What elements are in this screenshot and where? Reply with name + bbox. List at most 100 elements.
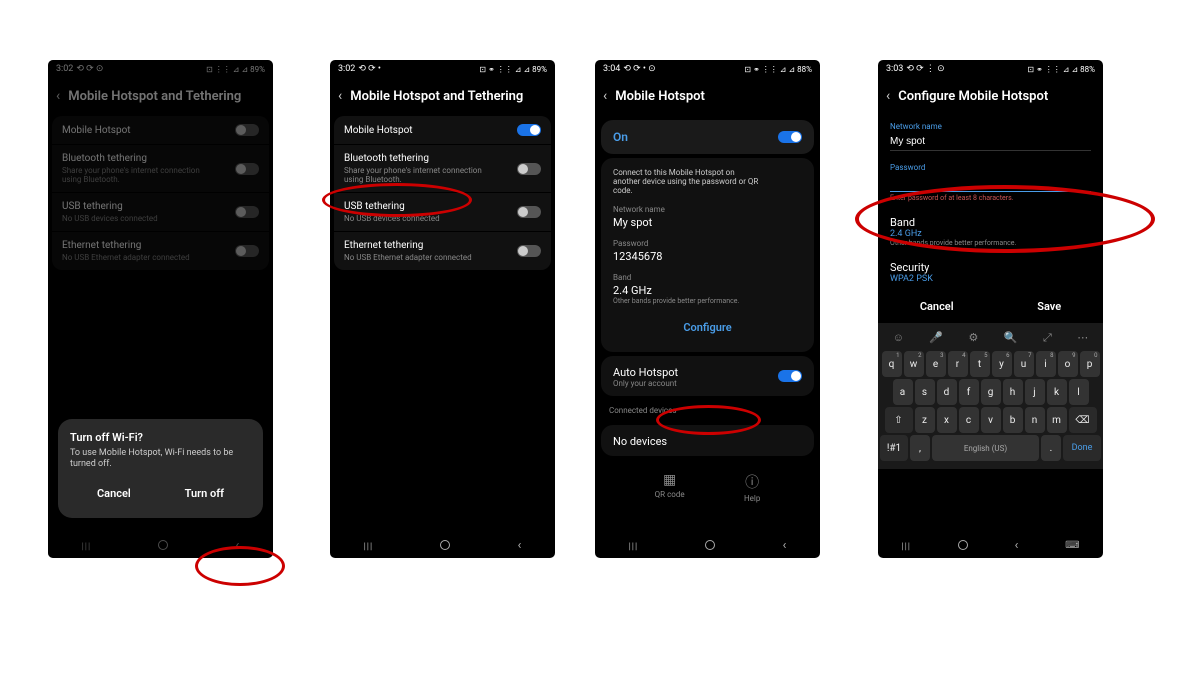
security-value[interactable]: WPA2 PSK xyxy=(890,274,1091,284)
setting-ethernet-tethering[interactable]: Ethernet tetheringNo USB Ethernet adapte… xyxy=(334,231,551,270)
back-icon[interactable]: ‹ xyxy=(886,88,890,104)
more-icon[interactable]: ⋯ xyxy=(1077,331,1088,345)
gear-icon[interactable]: ⚙ xyxy=(969,331,979,345)
key-v[interactable]: v xyxy=(981,407,1001,433)
setting-usb-tethering[interactable]: USB tetheringNo USB devices connected xyxy=(334,192,551,231)
key-period[interactable]: . xyxy=(1041,435,1061,461)
band-value[interactable]: 2.4 GHz xyxy=(890,229,1091,239)
key-m[interactable]: m xyxy=(1047,407,1067,433)
toggle[interactable] xyxy=(517,206,541,218)
network-name-input[interactable] xyxy=(890,133,1091,151)
key-y[interactable]: y6 xyxy=(992,351,1012,377)
password-input[interactable] xyxy=(890,174,1091,192)
toggle[interactable] xyxy=(778,131,802,143)
key-comma[interactable]: , xyxy=(910,435,930,461)
toggle[interactable] xyxy=(235,206,259,218)
setting-mobile-hotspot[interactable]: Mobile Hotspot xyxy=(334,116,551,144)
setting-title: Bluetooth tethering xyxy=(62,153,212,164)
status-time: 3:03 xyxy=(886,64,903,74)
key-backspace[interactable]: ⌫ xyxy=(1069,407,1097,433)
turn-off-button[interactable]: Turn off xyxy=(173,481,236,506)
emoji-icon[interactable]: ☺ xyxy=(893,331,904,345)
back-icon[interactable]: ‹ xyxy=(603,88,607,104)
key-n[interactable]: n xyxy=(1025,407,1045,433)
key-k[interactable]: k xyxy=(1047,379,1067,405)
status-signal-icons: ⊡ ⚭ ⋮⋮ ⊿ ⊿ xyxy=(744,65,795,74)
key-c[interactable]: c xyxy=(959,407,979,433)
cancel-button[interactable]: Cancel xyxy=(85,481,143,506)
android-navbar: ‹ xyxy=(595,532,820,558)
key-u[interactable]: u7 xyxy=(1014,351,1034,377)
nav-home-icon[interactable] xyxy=(958,540,968,550)
key-o[interactable]: o9 xyxy=(1058,351,1078,377)
key-l[interactable]: l xyxy=(1069,379,1089,405)
key-a[interactable]: a xyxy=(893,379,913,405)
key-d[interactable]: d xyxy=(937,379,957,405)
nav-back-icon[interactable]: ‹ xyxy=(1015,538,1019,553)
key-p[interactable]: p0 xyxy=(1080,351,1100,377)
save-button[interactable]: Save xyxy=(1037,300,1061,313)
configure-button[interactable]: Configure xyxy=(613,311,802,344)
toggle[interactable] xyxy=(778,370,802,382)
key-j[interactable]: j xyxy=(1025,379,1045,405)
setting-subtitle: No USB Ethernet adapter connected xyxy=(344,253,472,262)
status-time: 3:02 xyxy=(338,64,355,74)
setting-mobile-hotspot[interactable]: Mobile Hotspot xyxy=(52,116,269,144)
help-button[interactable]: ⓘ Help xyxy=(744,472,760,503)
key-b[interactable]: b xyxy=(1003,407,1023,433)
cancel-button[interactable]: Cancel xyxy=(920,300,954,313)
key-done[interactable]: Done xyxy=(1063,435,1101,461)
setting-ethernet-tethering[interactable]: Ethernet tetheringNo USB Ethernet adapte… xyxy=(52,231,269,270)
toggle[interactable] xyxy=(517,163,541,175)
back-icon[interactable]: ‹ xyxy=(338,88,342,104)
auto-hotspot-row[interactable]: Auto Hotspot Only your account xyxy=(601,356,814,396)
back-icon[interactable]: ‹ xyxy=(56,88,60,104)
toggle[interactable] xyxy=(235,124,259,136)
key-shift[interactable]: ⇧ xyxy=(885,407,913,433)
key-x[interactable]: x xyxy=(937,407,957,433)
key-z[interactable]: z xyxy=(915,407,935,433)
nav-back-icon[interactable]: ‹ xyxy=(235,538,239,553)
toggle[interactable] xyxy=(517,124,541,136)
toggle[interactable] xyxy=(517,245,541,257)
key-t[interactable]: t5 xyxy=(970,351,990,377)
keyboard-hide-icon[interactable]: ⌨ xyxy=(1065,540,1079,551)
key-g[interactable]: g xyxy=(981,379,1001,405)
nav-back-icon[interactable]: ‹ xyxy=(517,538,521,553)
setting-bluetooth-tethering[interactable]: Bluetooth tetheringShare your phone's in… xyxy=(52,144,269,192)
search-icon[interactable]: 🔍 xyxy=(1004,331,1018,345)
nav-recent-icon[interactable] xyxy=(629,539,639,552)
title-bar: ‹ Mobile Hotspot and Tethering xyxy=(48,78,273,116)
security-label: Security xyxy=(890,261,1091,274)
setting-bluetooth-tethering[interactable]: Bluetooth tetheringShare your phone's in… xyxy=(334,144,551,192)
key-h[interactable]: h xyxy=(1003,379,1023,405)
nav-recent-icon[interactable] xyxy=(82,539,92,552)
key-space[interactable]: English (US) xyxy=(932,435,1039,461)
nav-recent-icon[interactable] xyxy=(364,539,374,552)
nav-home-icon[interactable] xyxy=(158,540,168,550)
key-symbols[interactable]: !#1 xyxy=(880,435,908,461)
key-q[interactable]: q1 xyxy=(882,351,902,377)
status-bar: 3:02⟲ ⟳ ⊙ ⊡ ⋮⋮ ⊿ ⊿89% xyxy=(48,60,273,78)
nav-back-icon[interactable]: ‹ xyxy=(782,538,786,553)
toggle[interactable] xyxy=(235,245,259,257)
nav-recent-icon[interactable] xyxy=(901,539,911,552)
setting-title: Ethernet tethering xyxy=(62,240,190,251)
setting-usb-tethering[interactable]: USB tetheringNo USB devices connected xyxy=(52,192,269,231)
qr-code-button[interactable]: ▦ QR code xyxy=(655,472,685,503)
key-s[interactable]: s xyxy=(915,379,935,405)
toggle[interactable] xyxy=(235,163,259,175)
key-r[interactable]: r4 xyxy=(948,351,968,377)
qr-code-label: QR code xyxy=(655,490,685,499)
nav-home-icon[interactable] xyxy=(705,540,715,550)
key-w[interactable]: w2 xyxy=(904,351,924,377)
status-notif-icons: ⟲ ⟳ ⊙ xyxy=(76,64,103,74)
key-f[interactable]: f xyxy=(959,379,979,405)
key-i[interactable]: i8 xyxy=(1036,351,1056,377)
hotspot-on-row[interactable]: On xyxy=(601,120,814,154)
soft-keyboard[interactable]: ☺ 🎤 ⚙ 🔍 ⤢ ⋯ q1w2e3r4t5y6u7i8o9p0 asdfghj… xyxy=(878,323,1103,469)
expand-icon[interactable]: ⤢ xyxy=(1043,331,1052,345)
key-e[interactable]: e3 xyxy=(926,351,946,377)
nav-home-icon[interactable] xyxy=(440,540,450,550)
mic-icon[interactable]: 🎤 xyxy=(929,331,943,345)
